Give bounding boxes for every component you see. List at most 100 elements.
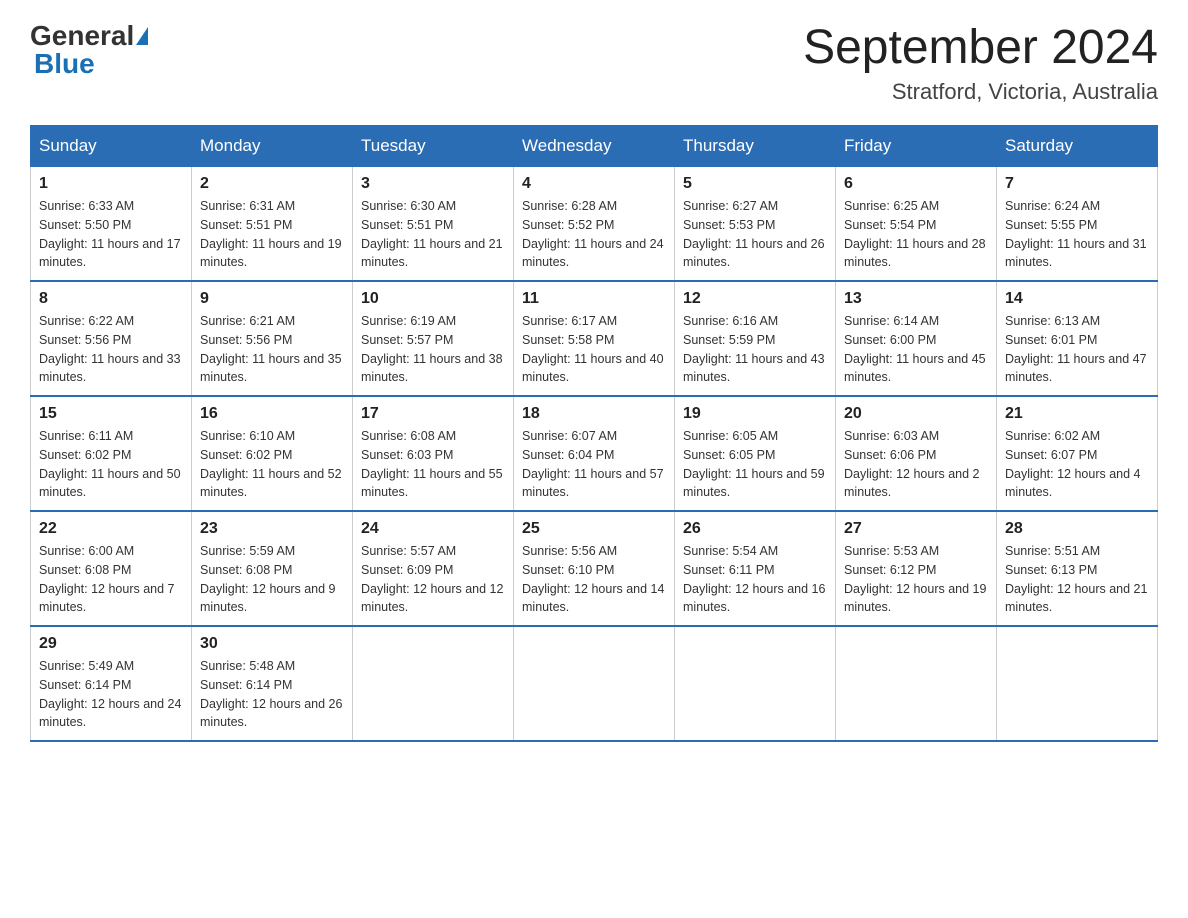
- table-row: 17 Sunrise: 6:08 AMSunset: 6:03 PMDayligh…: [353, 396, 514, 511]
- day-info: Sunrise: 6:10 AMSunset: 6:02 PMDaylight:…: [200, 427, 344, 502]
- day-info: Sunrise: 6:25 AMSunset: 5:54 PMDaylight:…: [844, 197, 988, 272]
- day-number: 22: [39, 520, 183, 538]
- col-saturday: Saturday: [997, 126, 1158, 167]
- table-row: 28 Sunrise: 5:51 AMSunset: 6:13 PMDayligh…: [997, 511, 1158, 626]
- title-area: September 2024 Stratford, Victoria, Aust…: [803, 20, 1158, 105]
- table-row: 27 Sunrise: 5:53 AMSunset: 6:12 PMDayligh…: [836, 511, 997, 626]
- table-row: 20 Sunrise: 6:03 AMSunset: 6:06 PMDayligh…: [836, 396, 997, 511]
- day-info: Sunrise: 6:19 AMSunset: 5:57 PMDaylight:…: [361, 312, 505, 387]
- logo-triangle-icon: [136, 27, 148, 45]
- logo: General Blue: [30, 20, 146, 80]
- day-number: 29: [39, 635, 183, 653]
- day-number: 28: [1005, 520, 1149, 538]
- table-row: 1Sunrise: 6:33 AMSunset: 5:50 PMDaylight…: [31, 167, 192, 282]
- day-info: Sunrise: 6:02 AMSunset: 6:07 PMDaylight:…: [1005, 427, 1149, 502]
- location: Stratford, Victoria, Australia: [803, 79, 1158, 105]
- col-monday: Monday: [192, 126, 353, 167]
- table-row: 9 Sunrise: 6:21 AMSunset: 5:56 PMDaylight…: [192, 281, 353, 396]
- day-number: 30: [200, 635, 344, 653]
- table-row: 8Sunrise: 6:22 AMSunset: 5:56 PMDaylight…: [31, 281, 192, 396]
- col-friday: Friday: [836, 126, 997, 167]
- day-number: 2: [200, 175, 344, 193]
- table-row: 11 Sunrise: 6:17 AMSunset: 5:58 PMDayligh…: [514, 281, 675, 396]
- day-number: 13: [844, 290, 988, 308]
- day-number: 12: [683, 290, 827, 308]
- day-info: Sunrise: 6:03 AMSunset: 6:06 PMDaylight:…: [844, 427, 988, 502]
- day-info: Sunrise: 5:48 AMSunset: 6:14 PMDaylight:…: [200, 657, 344, 732]
- day-number: 17: [361, 405, 505, 423]
- day-number: 8: [39, 290, 183, 308]
- day-info: Sunrise: 6:27 AMSunset: 5:53 PMDaylight:…: [683, 197, 827, 272]
- table-row: 16 Sunrise: 6:10 AMSunset: 6:02 PMDayligh…: [192, 396, 353, 511]
- table-row: [353, 626, 514, 741]
- day-info: Sunrise: 6:07 AMSunset: 6:04 PMDaylight:…: [522, 427, 666, 502]
- table-row: 21 Sunrise: 6:02 AMSunset: 6:07 PMDayligh…: [997, 396, 1158, 511]
- day-info: Sunrise: 6:30 AMSunset: 5:51 PMDaylight:…: [361, 197, 505, 272]
- table-row: 26 Sunrise: 5:54 AMSunset: 6:11 PMDayligh…: [675, 511, 836, 626]
- day-info: Sunrise: 5:53 AMSunset: 6:12 PMDaylight:…: [844, 542, 988, 617]
- day-info: Sunrise: 6:00 AMSunset: 6:08 PMDaylight:…: [39, 542, 183, 617]
- day-info: Sunrise: 6:21 AMSunset: 5:56 PMDaylight:…: [200, 312, 344, 387]
- day-number: 26: [683, 520, 827, 538]
- table-row: 14 Sunrise: 6:13 AMSunset: 6:01 PMDayligh…: [997, 281, 1158, 396]
- day-number: 20: [844, 405, 988, 423]
- day-info: Sunrise: 6:13 AMSunset: 6:01 PMDaylight:…: [1005, 312, 1149, 387]
- table-row: 25 Sunrise: 5:56 AMSunset: 6:10 PMDayligh…: [514, 511, 675, 626]
- calendar-week-row: 22 Sunrise: 6:00 AMSunset: 6:08 PMDayligh…: [31, 511, 1158, 626]
- day-info: Sunrise: 5:49 AMSunset: 6:14 PMDaylight:…: [39, 657, 183, 732]
- day-number: 18: [522, 405, 666, 423]
- table-row: 29 Sunrise: 5:49 AMSunset: 6:14 PMDayligh…: [31, 626, 192, 741]
- day-info: Sunrise: 6:16 AMSunset: 5:59 PMDaylight:…: [683, 312, 827, 387]
- day-info: Sunrise: 6:24 AMSunset: 5:55 PMDaylight:…: [1005, 197, 1149, 272]
- day-info: Sunrise: 6:05 AMSunset: 6:05 PMDaylight:…: [683, 427, 827, 502]
- table-row: 12 Sunrise: 6:16 AMSunset: 5:59 PMDayligh…: [675, 281, 836, 396]
- day-info: Sunrise: 5:56 AMSunset: 6:10 PMDaylight:…: [522, 542, 666, 617]
- day-number: 14: [1005, 290, 1149, 308]
- table-row: 4Sunrise: 6:28 AMSunset: 5:52 PMDaylight…: [514, 167, 675, 282]
- table-row: [997, 626, 1158, 741]
- table-row: 10Sunrise: 6:19 AMSunset: 5:57 PMDayligh…: [353, 281, 514, 396]
- table-row: 5 Sunrise: 6:27 AMSunset: 5:53 PMDaylight…: [675, 167, 836, 282]
- day-number: 11: [522, 290, 666, 308]
- calendar-header-row: Sunday Monday Tuesday Wednesday Thursday…: [31, 126, 1158, 167]
- day-number: 23: [200, 520, 344, 538]
- day-number: 9: [200, 290, 344, 308]
- day-number: 5: [683, 175, 827, 193]
- col-thursday: Thursday: [675, 126, 836, 167]
- day-number: 24: [361, 520, 505, 538]
- table-row: 30 Sunrise: 5:48 AMSunset: 6:14 PMDayligh…: [192, 626, 353, 741]
- table-row: [675, 626, 836, 741]
- table-row: 24Sunrise: 5:57 AMSunset: 6:09 PMDayligh…: [353, 511, 514, 626]
- logo-blue-text: Blue: [34, 48, 95, 79]
- table-row: 2Sunrise: 6:31 AMSunset: 5:51 PMDaylight…: [192, 167, 353, 282]
- table-row: 23 Sunrise: 5:59 AMSunset: 6:08 PMDayligh…: [192, 511, 353, 626]
- table-row: [514, 626, 675, 741]
- table-row: 6 Sunrise: 6:25 AMSunset: 5:54 PMDaylight…: [836, 167, 997, 282]
- day-info: Sunrise: 6:08 AMSunset: 6:03 PMDaylight:…: [361, 427, 505, 502]
- day-number: 27: [844, 520, 988, 538]
- day-number: 25: [522, 520, 666, 538]
- day-number: 6: [844, 175, 988, 193]
- calendar-week-row: 8Sunrise: 6:22 AMSunset: 5:56 PMDaylight…: [31, 281, 1158, 396]
- calendar-week-row: 15 Sunrise: 6:11 AMSunset: 6:02 PMDayligh…: [31, 396, 1158, 511]
- day-info: Sunrise: 5:51 AMSunset: 6:13 PMDaylight:…: [1005, 542, 1149, 617]
- col-sunday: Sunday: [31, 126, 192, 167]
- day-info: Sunrise: 6:28 AMSunset: 5:52 PMDaylight:…: [522, 197, 666, 272]
- day-number: 15: [39, 405, 183, 423]
- day-info: Sunrise: 6:17 AMSunset: 5:58 PMDaylight:…: [522, 312, 666, 387]
- table-row: 15 Sunrise: 6:11 AMSunset: 6:02 PMDayligh…: [31, 396, 192, 511]
- calendar-week-row: 29 Sunrise: 5:49 AMSunset: 6:14 PMDayligh…: [31, 626, 1158, 741]
- day-info: Sunrise: 6:11 AMSunset: 6:02 PMDaylight:…: [39, 427, 183, 502]
- day-info: Sunrise: 6:33 AMSunset: 5:50 PMDaylight:…: [39, 197, 183, 272]
- day-number: 7: [1005, 175, 1149, 193]
- table-row: 18 Sunrise: 6:07 AMSunset: 6:04 PMDayligh…: [514, 396, 675, 511]
- day-number: 19: [683, 405, 827, 423]
- day-info: Sunrise: 5:59 AMSunset: 6:08 PMDaylight:…: [200, 542, 344, 617]
- day-info: Sunrise: 5:54 AMSunset: 6:11 PMDaylight:…: [683, 542, 827, 617]
- table-row: 22 Sunrise: 6:00 AMSunset: 6:08 PMDayligh…: [31, 511, 192, 626]
- table-row: 13Sunrise: 6:14 AMSunset: 6:00 PMDayligh…: [836, 281, 997, 396]
- day-number: 16: [200, 405, 344, 423]
- day-number: 21: [1005, 405, 1149, 423]
- table-row: [836, 626, 997, 741]
- table-row: 19 Sunrise: 6:05 AMSunset: 6:05 PMDayligh…: [675, 396, 836, 511]
